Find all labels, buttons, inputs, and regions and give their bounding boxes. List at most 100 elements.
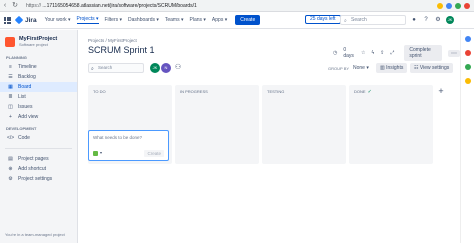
side-panel-icon[interactable] <box>465 36 471 42</box>
nav-filters[interactable]: Filters ▾ <box>105 17 123 23</box>
board-icon: ▦ <box>8 84 13 90</box>
shortcut-icon: ⊕ <box>8 166 13 172</box>
sidebar-item-list[interactable]: ≣ List <box>0 92 77 102</box>
sidebar-item-add-shortcut[interactable]: ⊕ Add shortcut <box>0 164 77 174</box>
avatar[interactable]: N <box>161 63 171 73</box>
list-icon: ≣ <box>8 94 13 100</box>
side-panel-icon[interactable] <box>465 78 471 84</box>
sidebar-item-timeline[interactable]: ≡ Timeline <box>0 62 77 72</box>
add-icon: + <box>9 114 12 120</box>
sidebar-item-label: Issues <box>18 104 33 110</box>
new-issue-card[interactable]: What needs to be done? ▾ Create <box>88 130 169 161</box>
help-icon[interactable]: ? <box>422 16 430 24</box>
create-issue-button[interactable]: Create <box>144 150 164 157</box>
issue-summary-input[interactable]: What needs to be done? <box>93 135 142 140</box>
sidebar-item-backlog[interactable]: ☰ Backlog <box>0 72 77 82</box>
sidebar-item-label: Add view <box>18 114 39 120</box>
project-icon <box>5 36 15 47</box>
clock-icon: ◷ <box>333 50 338 56</box>
star-icon[interactable]: ☆ <box>361 50 365 56</box>
column-testing: TESTING <box>262 85 346 164</box>
check-icon: ✓ <box>367 89 372 95</box>
planning-section-label: PLANNING <box>6 55 27 60</box>
more-icon[interactable]: ⋯ <box>448 49 460 57</box>
board-main: Projects / MyFirstProject SCRUM Sprint 1… <box>78 30 460 243</box>
development-section-label: DEVELOPMENT <box>6 126 37 131</box>
nav-apps[interactable]: Apps ▾ <box>212 17 227 23</box>
view-settings-button[interactable]: ☷ View settings <box>410 63 454 73</box>
notifications-icon[interactable]: ● <box>410 16 418 24</box>
sidebar-item-code[interactable]: </> Code <box>0 133 77 143</box>
sidebar-item-label: List <box>18 94 26 100</box>
nav-your-work[interactable]: Your work ▾ <box>45 17 71 23</box>
nav-dashboards[interactable]: Dashboards ▾ <box>128 17 159 23</box>
add-column-button[interactable]: + <box>436 86 446 96</box>
column-in-progress: IN PROGRESS <box>175 85 259 164</box>
sidebar-item-label: Project settings <box>18 176 53 182</box>
global-search-input[interactable]: ⌕ Search <box>340 15 406 25</box>
board-search-placeholder: Search <box>98 65 113 70</box>
sidebar-item-add-view[interactable]: + Add view <box>0 112 77 122</box>
url-path: ...171165054658.atlassian.net/jira/softw… <box>42 2 197 9</box>
jira-logo[interactable]: Jira <box>14 15 37 25</box>
gear-icon[interactable]: ⚙ <box>434 16 442 24</box>
column-done: DONE ✓ <box>349 85 433 164</box>
complete-sprint-button[interactable]: Complete sprint <box>404 45 442 61</box>
side-panel-icon[interactable] <box>465 64 471 70</box>
column-title: IN PROGRESS <box>180 89 208 94</box>
expand-icon[interactable]: ⤢ <box>390 50 394 56</box>
extension-icon-2[interactable] <box>455 2 461 9</box>
story-type-icon[interactable] <box>93 151 98 156</box>
back-icon[interactable]: ‹ <box>0 1 10 11</box>
lightning-icon[interactable]: ϟ <box>371 50 374 56</box>
board-search-input[interactable]: ⌕ Search <box>88 63 144 73</box>
reload-icon[interactable]: ↻ <box>10 1 20 11</box>
avatar[interactable]: JK <box>150 63 160 73</box>
extension-icon[interactable] <box>437 2 443 9</box>
search-placeholder: Search <box>351 17 367 23</box>
sidebar-item-label: Project pages <box>18 156 49 162</box>
sidebar-item-issues[interactable]: ◫ Issues <box>0 102 77 112</box>
jira-logo-text: Jira <box>25 16 37 24</box>
profile-icon[interactable] <box>446 2 452 9</box>
nav-teams[interactable]: Teams ▾ <box>165 17 184 23</box>
sidebar-item-label: Timeline <box>18 64 37 70</box>
issues-icon: ◫ <box>8 104 13 110</box>
add-people-icon[interactable]: ⚇ <box>173 63 183 73</box>
share-icon[interactable]: ⇪ <box>380 50 384 56</box>
sprint-actions: ◷ 0 days ☆ ϟ ⇪ ⤢ Complete sprint ⋯ <box>333 45 460 61</box>
timeline-icon: ≡ <box>9 64 12 70</box>
side-panel-icon[interactable] <box>465 50 471 56</box>
insights-button[interactable]: ▥ Insights <box>376 63 408 73</box>
nav-plans[interactable]: Plans ▾ <box>190 17 206 23</box>
column-title-text: DONE <box>354 89 366 94</box>
view-settings-label: View settings <box>419 65 450 71</box>
create-button[interactable]: Create <box>235 15 261 25</box>
breadcrumb[interactable]: Projects / MyFirstProject <box>88 38 137 43</box>
column-title: TESTING <box>267 89 285 94</box>
project-header[interactable]: MyFirstProject Software project <box>0 30 77 51</box>
group-by-label: GROUP BY <box>328 66 350 71</box>
sidebar-item-label: Add shortcut <box>18 166 47 172</box>
insights-label: Insights <box>386 65 404 71</box>
menu-icon[interactable] <box>464 2 470 9</box>
sidebar-item-label: Backlog <box>18 74 36 80</box>
search-icon: ⌕ <box>91 66 94 72</box>
team-managed-note: You're in a team-managed project <box>5 232 65 237</box>
sidebar-item-project-pages[interactable]: ▤ Project pages <box>0 154 77 164</box>
sidebar-item-board[interactable]: ▦ Board <box>0 82 77 92</box>
top-navigation: Jira Your work ▾ Projects ▾ Filters ▾ Da… <box>0 12 474 29</box>
trial-days-button[interactable]: 25 days left <box>305 15 341 24</box>
page-title: SCRUM Sprint 1 <box>88 45 155 55</box>
sidebar-item-project-settings[interactable]: ⚙ Project settings <box>0 174 77 184</box>
backlog-icon: ☰ <box>8 74 13 80</box>
chevron-down-icon[interactable]: ▾ <box>100 150 102 155</box>
group-by-select[interactable]: None ▾ <box>350 63 372 73</box>
user-avatar[interactable]: JK <box>446 16 454 24</box>
app-switcher-icon[interactable] <box>4 16 11 24</box>
address-bar[interactable]: https:// ...171165054658.atlassian.net/j… <box>26 3 197 9</box>
settings-icon: ⚙ <box>8 176 13 182</box>
jira-logo-icon <box>14 15 24 25</box>
sidebar-item-label: Code <box>18 135 30 141</box>
nav-projects[interactable]: Projects ▾ <box>76 16 99 24</box>
